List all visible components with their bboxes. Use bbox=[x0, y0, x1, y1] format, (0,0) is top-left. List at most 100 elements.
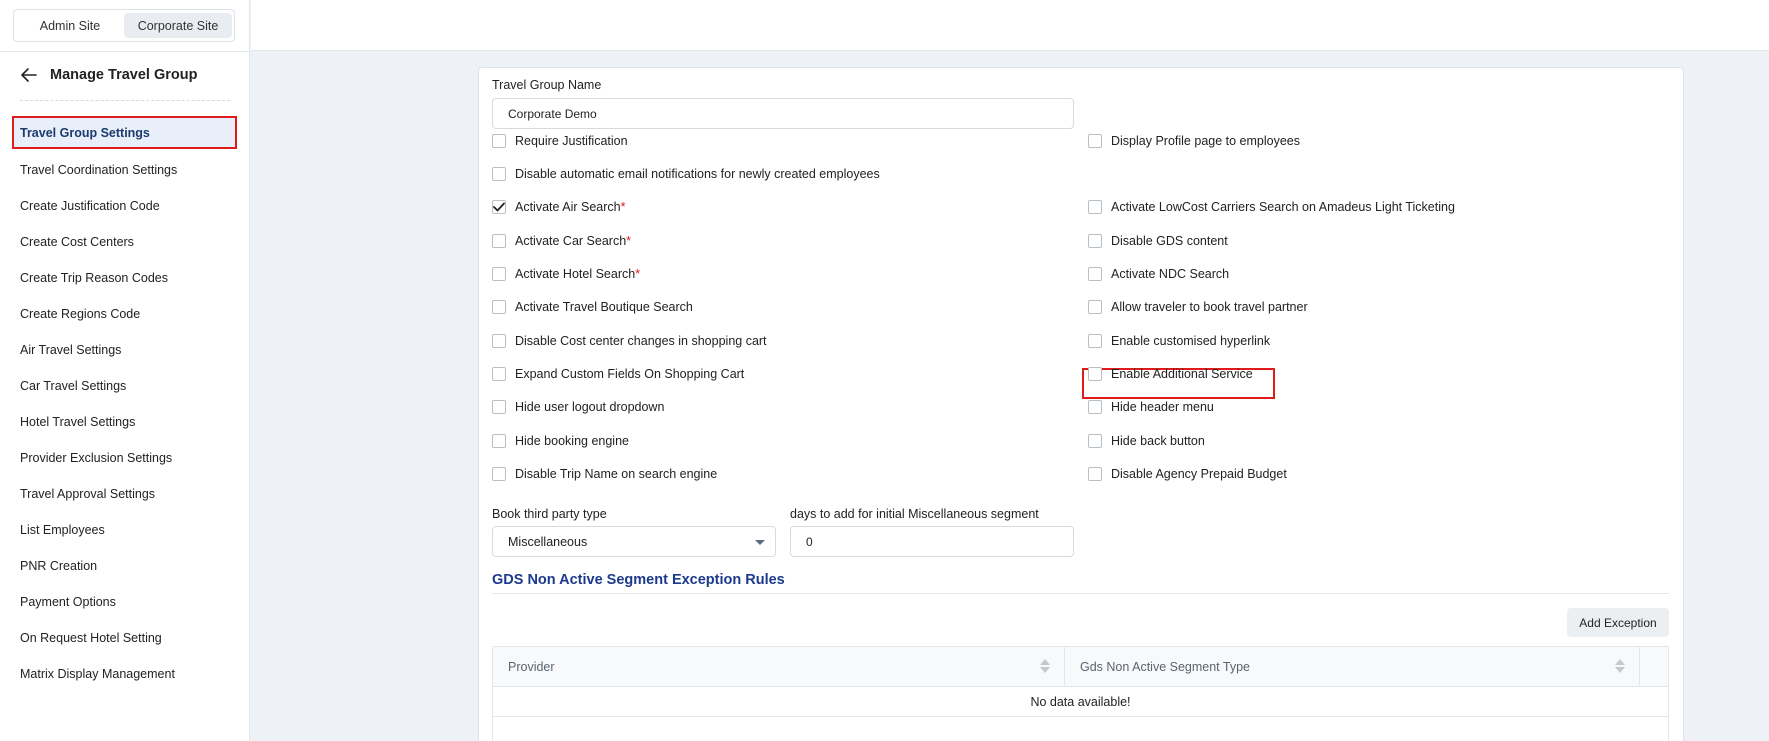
check-label: Disable GDS content bbox=[1111, 234, 1228, 248]
check-disable-agency-prepaid[interactable]: Disable Agency Prepaid Budget bbox=[1088, 467, 1287, 481]
column-label: Gds Non Active Segment Type bbox=[1080, 659, 1251, 674]
checkbox[interactable] bbox=[1088, 400, 1102, 414]
sidebar-item-create-justification-code[interactable]: Create Justification Code bbox=[12, 188, 237, 224]
check-hide-header-menu[interactable]: Hide header menu bbox=[1088, 400, 1214, 414]
check-activate-travel-boutique[interactable]: Activate Travel Boutique Search bbox=[492, 300, 693, 314]
checkbox[interactable] bbox=[492, 134, 506, 148]
checkbox[interactable] bbox=[492, 234, 506, 248]
sidebar-item-air-travel-settings[interactable]: Air Travel Settings bbox=[12, 332, 237, 368]
checkbox[interactable] bbox=[492, 367, 506, 381]
check-label: Require Justification bbox=[515, 134, 628, 148]
back-arrow-icon[interactable] bbox=[20, 66, 38, 84]
checkbox-checked[interactable] bbox=[492, 200, 506, 214]
admin-site-tab[interactable]: Admin Site bbox=[16, 13, 124, 38]
check-label: Disable automatic email notifications fo… bbox=[515, 167, 880, 181]
sidebar-item-travel-approval-settings[interactable]: Travel Approval Settings bbox=[12, 476, 237, 512]
check-activate-air-search[interactable]: Activate Air Search * bbox=[492, 200, 625, 214]
column-header-provider[interactable]: Provider bbox=[493, 647, 1065, 686]
checkbox[interactable] bbox=[492, 300, 506, 314]
check-activate-car-search[interactable]: Activate Car Search * bbox=[492, 234, 631, 248]
check-enable-additional-service[interactable]: Enable Additional Service bbox=[1088, 367, 1253, 381]
sidebar-item-travel-group-settings[interactable]: Travel Group Settings bbox=[12, 116, 237, 149]
checkbox[interactable] bbox=[492, 400, 506, 414]
empty-table-row: No data available! bbox=[493, 687, 1668, 717]
checkbox[interactable] bbox=[492, 467, 506, 481]
sidebar-item-list-employees[interactable]: List Employees bbox=[12, 512, 237, 548]
check-label: Hide back button bbox=[1111, 434, 1205, 448]
check-hide-back-button[interactable]: Hide back button bbox=[1088, 434, 1205, 448]
checkbox[interactable] bbox=[1088, 134, 1102, 148]
check-enable-customised-hyperlink[interactable]: Enable customised hyperlink bbox=[1088, 334, 1270, 348]
check-hide-user-logout[interactable]: Hide user logout dropdown bbox=[492, 400, 664, 414]
check-label: Hide header menu bbox=[1111, 400, 1214, 414]
check-disable-email-notifications[interactable]: Disable automatic email notifications fo… bbox=[492, 167, 880, 181]
checkbox[interactable] bbox=[1088, 334, 1102, 348]
third-party-label: Book third party type bbox=[492, 507, 607, 521]
sidebar-item-on-request-hotel-setting[interactable]: On Request Hotel Setting bbox=[12, 620, 237, 656]
sort-icon[interactable] bbox=[1615, 659, 1625, 673]
table-header-row: Provider Gds Non Active Segment Type bbox=[493, 647, 1668, 687]
sidebar-item-hotel-travel-settings[interactable]: Hotel Travel Settings bbox=[12, 404, 237, 440]
checkbox[interactable] bbox=[1088, 300, 1102, 314]
sidebar-item-travel-coordination-settings[interactable]: Travel Coordination Settings bbox=[12, 152, 237, 188]
sidebar: Admin Site Corporate Site Manage Travel … bbox=[0, 0, 250, 741]
section-divider bbox=[492, 593, 1669, 594]
checkbox[interactable] bbox=[492, 167, 506, 181]
checkbox[interactable] bbox=[1088, 467, 1102, 481]
check-label: Activate Air Search bbox=[515, 200, 621, 214]
sidebar-item-create-regions-code[interactable]: Create Regions Code bbox=[12, 296, 237, 332]
sidebar-item-create-cost-centers[interactable]: Create Cost Centers bbox=[12, 224, 237, 260]
checkbox[interactable] bbox=[492, 267, 506, 281]
caret-down-icon bbox=[755, 540, 765, 545]
third-party-select[interactable]: Miscellaneous bbox=[492, 526, 776, 557]
checkbox[interactable] bbox=[1088, 367, 1102, 381]
checkbox[interactable] bbox=[1088, 434, 1102, 448]
check-activate-lowcost-carriers[interactable]: Activate LowCost Carriers Search on Amad… bbox=[1088, 200, 1455, 214]
check-activate-ndc-search[interactable]: Activate NDC Search bbox=[1088, 267, 1229, 281]
checkbox[interactable] bbox=[492, 434, 506, 448]
corporate-site-tab[interactable]: Corporate Site bbox=[124, 13, 232, 38]
third-party-value: Miscellaneous bbox=[508, 534, 588, 549]
checkbox[interactable] bbox=[1088, 234, 1102, 248]
check-disable-cost-center-changes[interactable]: Disable Cost center changes in shopping … bbox=[492, 334, 767, 348]
settings-card: Travel Group Name Corporate Demo Require… bbox=[478, 67, 1684, 741]
gds-exception-table: Provider Gds Non Active Segment Type No … bbox=[492, 646, 1669, 741]
sidebar-item-matrix-display-management[interactable]: Matrix Display Management bbox=[12, 656, 237, 692]
required-mark: * bbox=[626, 234, 632, 248]
check-label: Enable Additional Service bbox=[1111, 367, 1253, 381]
sidebar-title: Manage Travel Group bbox=[50, 67, 198, 83]
checkbox[interactable] bbox=[1088, 267, 1102, 281]
sidebar-divider bbox=[0, 51, 250, 52]
checkmark-icon bbox=[493, 202, 505, 212]
check-display-profile-page[interactable]: Display Profile page to employees bbox=[1088, 134, 1300, 148]
group-name-input[interactable]: Corporate Demo bbox=[492, 98, 1074, 129]
check-label: Activate Hotel Search bbox=[515, 267, 636, 281]
check-allow-travel-partner[interactable]: Allow traveler to book travel partner bbox=[1088, 300, 1308, 314]
sidebar-item-create-trip-reason-codes[interactable]: Create Trip Reason Codes bbox=[12, 260, 237, 296]
checkbox[interactable] bbox=[492, 334, 506, 348]
sidebar-item-car-travel-settings[interactable]: Car Travel Settings bbox=[12, 368, 237, 404]
sidebar-item-pnr-creation[interactable]: PNR Creation bbox=[12, 548, 237, 584]
checkbox[interactable] bbox=[1088, 200, 1102, 214]
check-label: Disable Cost center changes in shopping … bbox=[515, 334, 767, 348]
check-expand-custom-fields[interactable]: Expand Custom Fields On Shopping Cart bbox=[492, 367, 744, 381]
gds-section-title: GDS Non Active Segment Exception Rules bbox=[492, 572, 785, 588]
sidebar-header: Manage Travel Group bbox=[20, 66, 197, 84]
sidebar-dash-divider bbox=[20, 100, 230, 101]
group-name-label: Travel Group Name bbox=[492, 78, 602, 92]
check-label: Enable customised hyperlink bbox=[1111, 334, 1271, 348]
check-label: Activate LowCost Carriers Search on Amad… bbox=[1111, 200, 1455, 214]
check-hide-booking-engine[interactable]: Hide booking engine bbox=[492, 434, 629, 448]
check-disable-gds-content[interactable]: Disable GDS content bbox=[1088, 234, 1228, 248]
sidebar-item-provider-exclusion-settings[interactable]: Provider Exclusion Settings bbox=[12, 440, 237, 476]
days-input[interactable]: 0 bbox=[790, 526, 1074, 557]
days-label: days to add for initial Miscellaneous se… bbox=[790, 507, 1039, 521]
check-activate-hotel-search[interactable]: Activate Hotel Search * bbox=[492, 267, 640, 281]
check-disable-trip-name[interactable]: Disable Trip Name on search engine bbox=[492, 467, 717, 481]
add-exception-button[interactable]: Add Exception bbox=[1567, 608, 1669, 637]
check-label: Disable Trip Name on search engine bbox=[515, 467, 718, 481]
check-require-justification[interactable]: Require Justification bbox=[492, 134, 628, 148]
sidebar-item-payment-options[interactable]: Payment Options bbox=[12, 584, 237, 620]
sort-icon[interactable] bbox=[1040, 659, 1050, 673]
column-header-gds-type[interactable]: Gds Non Active Segment Type bbox=[1065, 647, 1640, 686]
